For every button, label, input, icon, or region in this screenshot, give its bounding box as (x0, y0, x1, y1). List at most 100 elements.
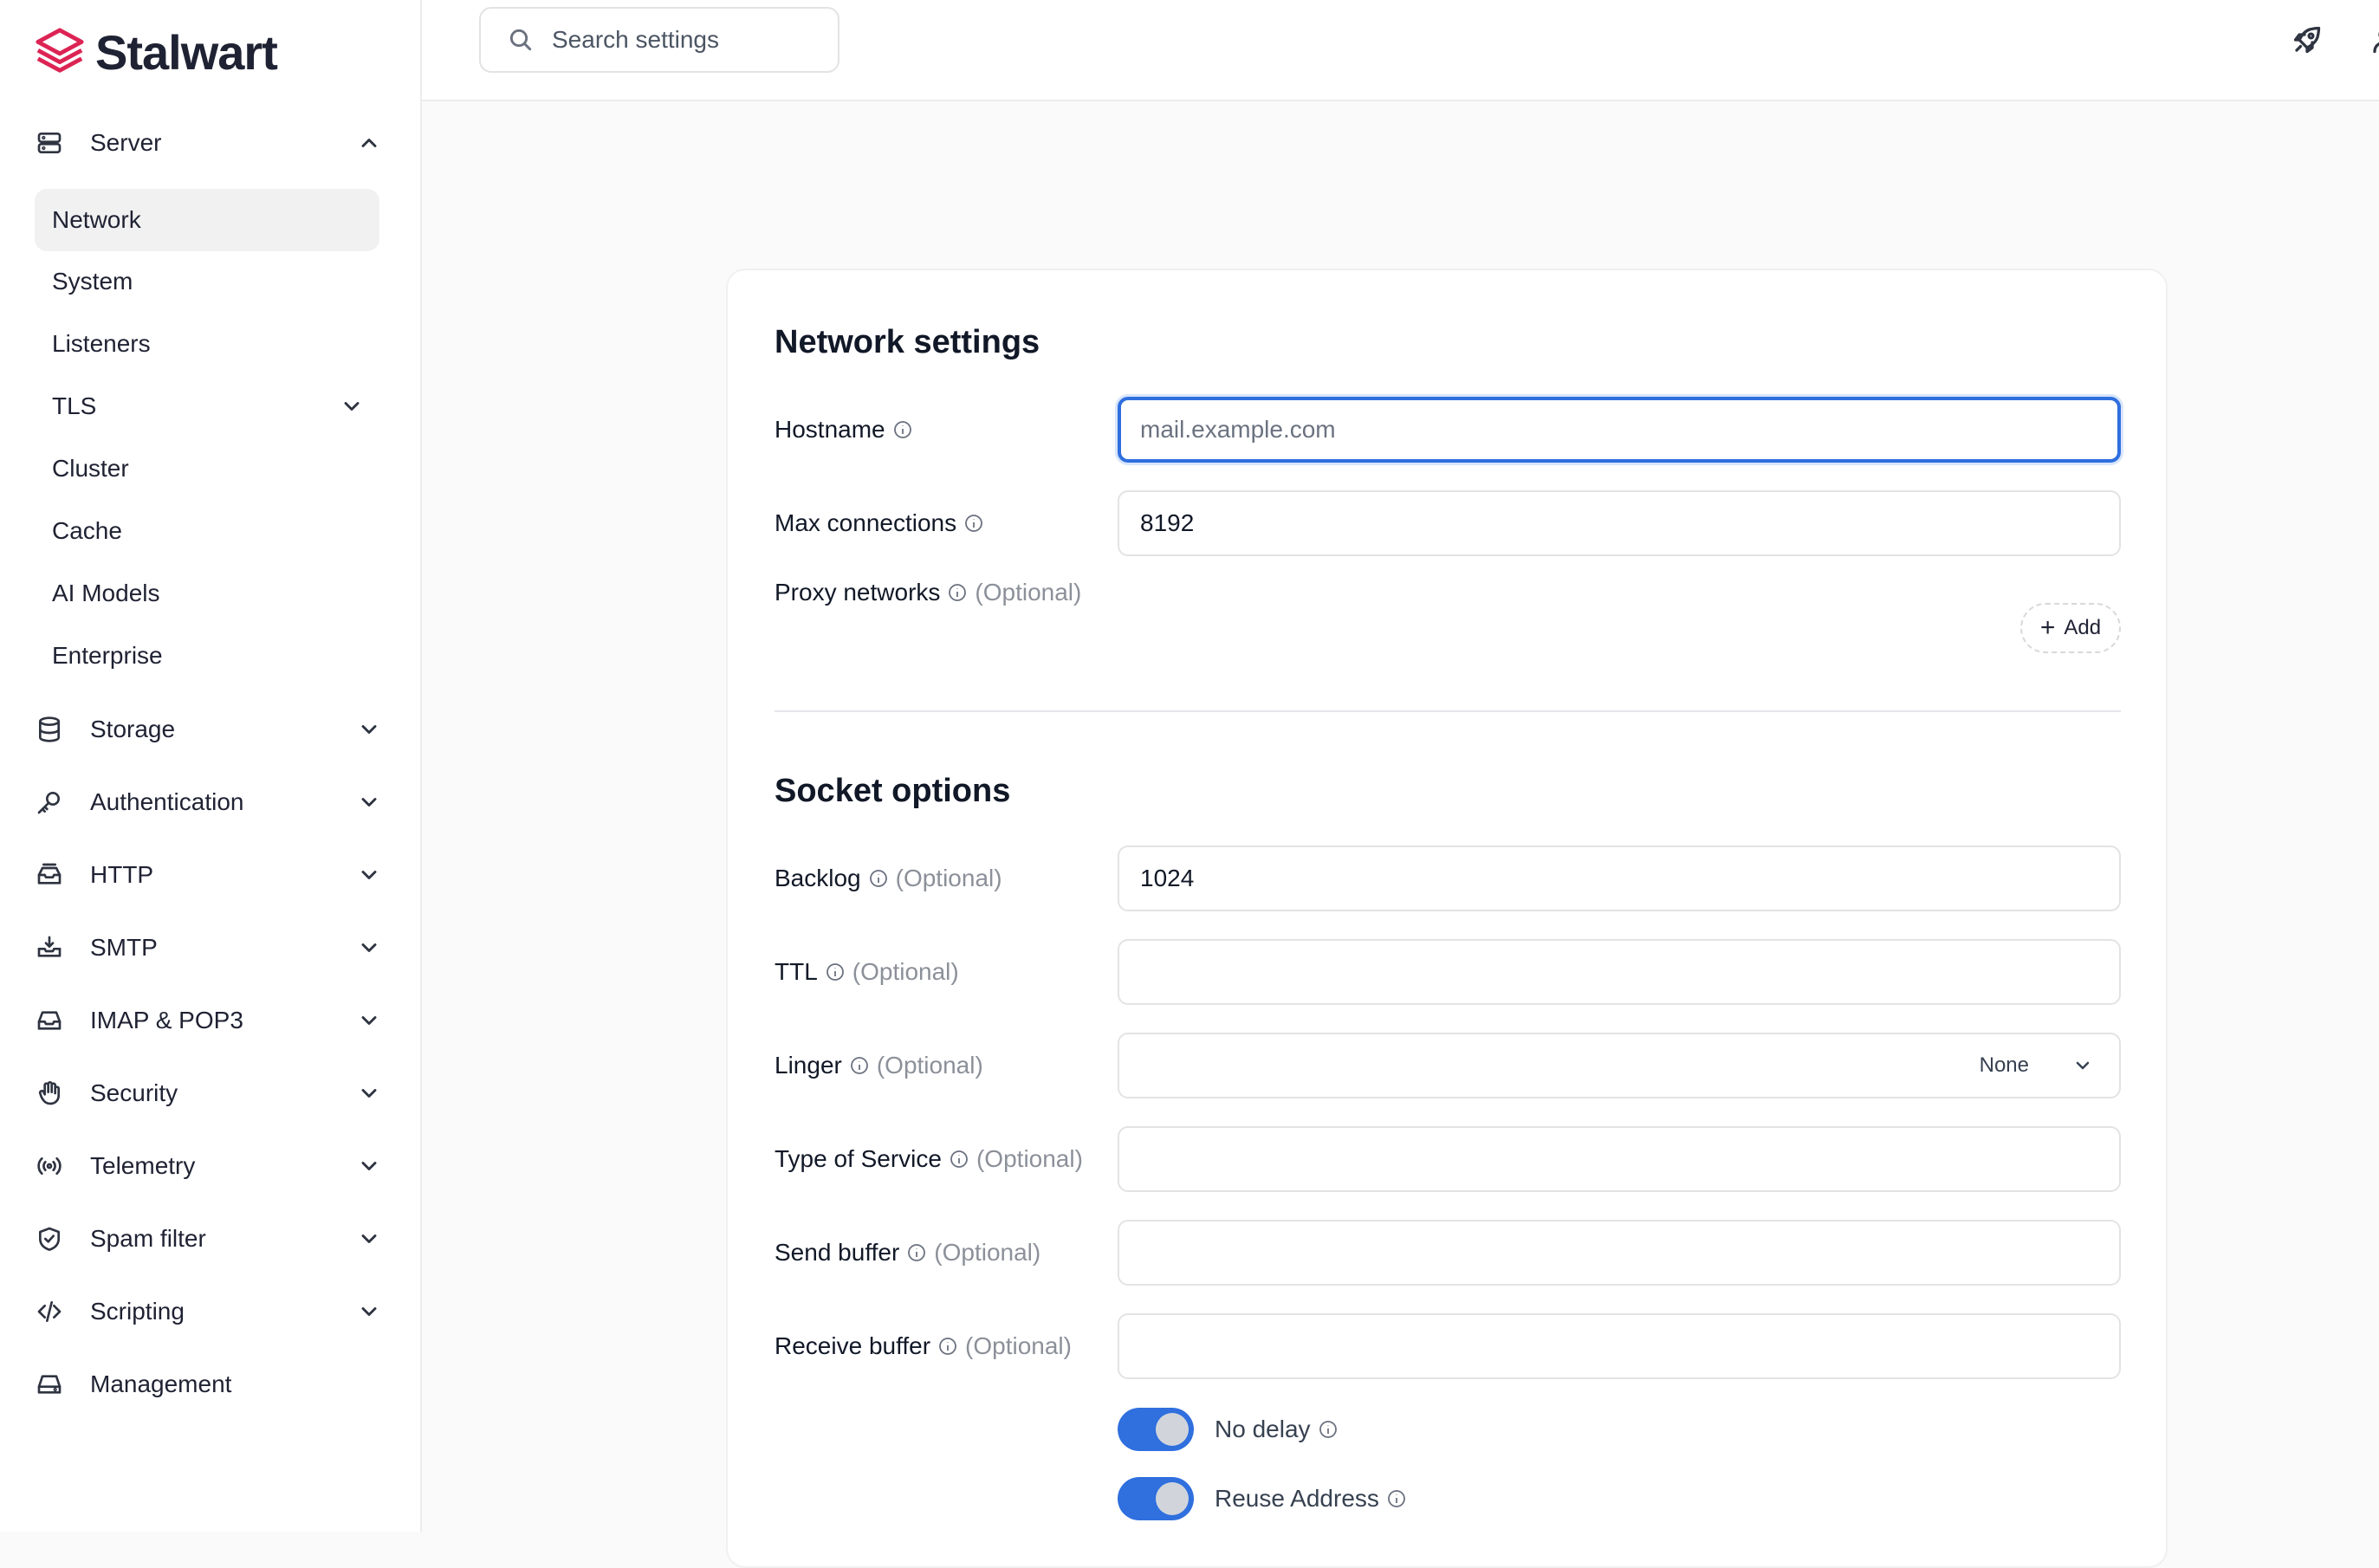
sidebar-item-cluster[interactable]: Cluster (35, 437, 379, 500)
reuse-address-toggle[interactable] (1118, 1477, 1194, 1520)
plus-icon: + (2039, 613, 2056, 642)
sidebar-group-label: Spam filter (90, 1225, 206, 1252)
proxy-networks-label: Proxy networks (Optional) (775, 560, 1081, 625)
chevron-down-icon (357, 790, 381, 814)
chevron-down-icon (357, 1154, 381, 1178)
sidebar-group-label: Server (90, 129, 162, 156)
linger-select[interactable]: None (1118, 1033, 2121, 1098)
backlog-input[interactable] (1118, 846, 2121, 911)
info-icon[interactable] (937, 1336, 958, 1357)
add-proxy-network-button[interactable]: + Add (2020, 603, 2121, 653)
send-buffer-input[interactable] (1118, 1220, 2121, 1286)
sidebar-item-cache[interactable]: Cache (35, 500, 379, 562)
sidebar-group-label: HTTP (90, 861, 154, 888)
tos-label: Type of Service (Optional) (775, 1126, 1083, 1192)
toggle-knob (1156, 1413, 1189, 1446)
optional-tag: (Optional) (934, 1239, 1041, 1266)
sidebar-item-tls[interactable]: TLS (35, 375, 379, 437)
field-label-text: Linger (775, 1052, 842, 1079)
info-icon[interactable] (849, 1055, 870, 1076)
receive-buffer-input[interactable] (1118, 1313, 2121, 1379)
section-title-network: Network settings (775, 324, 1040, 360)
sidebar-group-spam-filter[interactable]: Spam filter (35, 1215, 381, 1263)
tos-input[interactable] (1118, 1126, 2121, 1192)
sidebar: Stalwart Server Network System Listeners… (0, 0, 422, 1532)
info-icon[interactable] (892, 419, 913, 440)
field-label-text: Proxy networks (775, 579, 941, 606)
linger-selected-value: None (1979, 1053, 2029, 1077)
sidebar-group-label: Scripting (90, 1298, 185, 1325)
sidebar-group-scripting[interactable]: Scripting (35, 1287, 381, 1336)
ttl-input[interactable] (1118, 939, 2121, 1005)
toggle-knob (1156, 1482, 1189, 1515)
chevron-up-icon (357, 131, 381, 155)
sidebar-group-label: SMTP (90, 934, 158, 961)
sidebar-group-security[interactable]: Security (35, 1069, 381, 1118)
sidebar-item-system[interactable]: System (35, 250, 379, 313)
sidebar-item-enterprise[interactable]: Enterprise (35, 625, 379, 687)
info-icon[interactable] (963, 513, 984, 534)
sidebar-group-http[interactable]: HTTP (35, 851, 381, 899)
chevron-down-icon (357, 717, 381, 742)
field-label-text: Send buffer (775, 1239, 900, 1266)
sidebar-group-management[interactable]: Management (35, 1360, 381, 1409)
hand-icon (35, 1079, 64, 1108)
settings-card: Network settings Hostname Max connection… (726, 269, 2168, 1568)
code-icon (35, 1297, 64, 1326)
optional-tag: (Optional) (852, 958, 959, 985)
sidebar-group-label: Storage (90, 716, 176, 742)
rocket-icon[interactable] (2291, 24, 2323, 55)
sidebar-item-label: TLS (52, 392, 97, 419)
chevron-down-icon (357, 1299, 381, 1324)
no-delay-toggle[interactable] (1118, 1408, 1194, 1451)
sidebar-item-label: Cache (52, 517, 122, 544)
chevron-down-icon (357, 863, 381, 887)
field-label-text: Receive buffer (775, 1332, 931, 1359)
max-connections-label: Max connections (775, 490, 984, 556)
chevron-down-icon (2076, 1061, 2090, 1070)
info-icon[interactable] (1318, 1419, 1339, 1440)
stalwart-logo-icon (36, 28, 84, 73)
user-icon[interactable] (2369, 24, 2379, 55)
field-label-text: Type of Service (775, 1145, 942, 1172)
search-box[interactable] (479, 7, 839, 73)
no-delay-label: No delay (1215, 1416, 1311, 1442)
server-icon (35, 128, 64, 158)
shield-check-icon (35, 1224, 64, 1254)
sidebar-group-smtp[interactable]: SMTP (35, 923, 381, 972)
hostname-input[interactable] (1118, 397, 2121, 463)
sidebar-item-label: Listeners (52, 330, 151, 357)
field-label-text: Max connections (775, 509, 957, 536)
sidebar-group-label: Telemetry (90, 1152, 196, 1179)
info-icon[interactable] (868, 868, 889, 889)
sidebar-group-label: Management (90, 1370, 232, 1397)
sidebar-group-imap-pop3[interactable]: IMAP & POP3 (35, 996, 381, 1045)
sidebar-group-authentication[interactable]: Authentication (35, 778, 381, 826)
add-button-label: Add (2064, 616, 2102, 639)
drive-icon (35, 1370, 64, 1399)
info-icon[interactable] (906, 1242, 927, 1263)
reuse-address-row: Reuse Address (1118, 1476, 1407, 1521)
sidebar-group-telemetry[interactable]: Telemetry (35, 1142, 381, 1190)
sidebar-item-ai-models[interactable]: AI Models (35, 562, 379, 625)
max-connections-input[interactable] (1118, 490, 2121, 556)
sidebar-group-server[interactable]: Server (35, 119, 381, 167)
search-input[interactable] (552, 26, 829, 54)
chevron-down-icon (357, 1081, 381, 1105)
key-icon (35, 787, 64, 817)
info-icon[interactable] (947, 582, 968, 603)
info-icon[interactable] (949, 1149, 969, 1170)
send-buffer-label: Send buffer (Optional) (775, 1220, 1040, 1286)
sidebar-group-storage[interactable]: Storage (35, 705, 381, 754)
sidebar-item-network[interactable]: Network (35, 189, 379, 251)
optional-tag: (Optional) (876, 1052, 983, 1079)
brand-logo[interactable]: Stalwart (35, 24, 278, 80)
info-icon[interactable] (1386, 1488, 1407, 1509)
info-icon[interactable] (825, 962, 846, 982)
linger-label: Linger (Optional) (775, 1033, 983, 1098)
backlog-label: Backlog (Optional) (775, 846, 1002, 911)
sidebar-item-listeners[interactable]: Listeners (35, 313, 379, 375)
sidebar-item-label: Cluster (52, 455, 129, 482)
hostname-label: Hostname (775, 397, 913, 463)
sidebar-group-label: Authentication (90, 788, 244, 815)
